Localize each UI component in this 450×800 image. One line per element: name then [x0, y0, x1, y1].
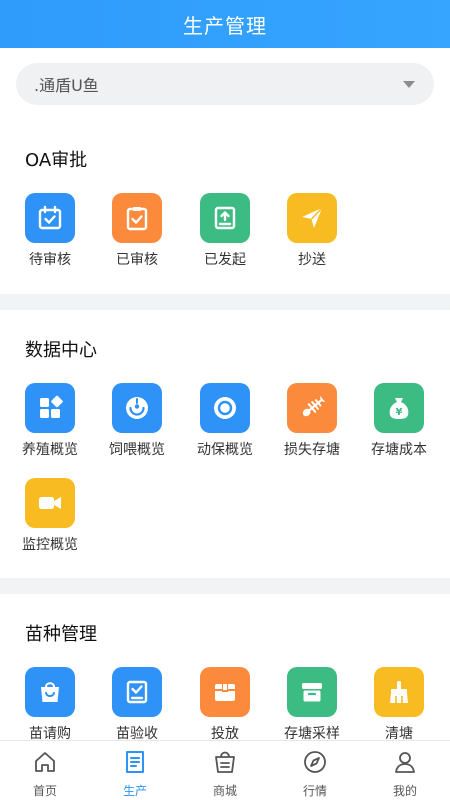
menu-item-label: 监控概览: [22, 537, 78, 553]
menu-item-label: 饲喂概览: [109, 442, 165, 458]
section-title: 数据中心: [25, 340, 97, 361]
tab-label: 生产: [122, 784, 147, 798]
menu-item-loss-stock[interactable]: 损失存塘: [268, 383, 358, 473]
tab-market[interactable]: 行情: [270, 741, 360, 800]
document-icon: [126, 751, 144, 773]
menu-item-label: 清塘: [385, 726, 413, 740]
menu-item-label: 动保概览: [197, 442, 253, 458]
menu-item-farming-overview[interactable]: 养殖概览: [6, 383, 96, 473]
farm-selector-value: .通盾U鱼: [34, 76, 99, 95]
archive-icon: [287, 667, 337, 717]
tab-label: 商城: [212, 784, 237, 798]
menu-item-release[interactable]: 投放: [181, 667, 271, 740]
basket-icon: [215, 751, 235, 773]
broom-icon: [374, 667, 424, 717]
section-title: OA审批: [25, 150, 88, 171]
menu-item-initiated[interactable]: 已发起: [181, 193, 271, 283]
menu-item-label: 投放: [211, 726, 239, 740]
menu-item-label: 存塘采样: [284, 726, 340, 740]
menu-item-feeding-overview[interactable]: 饲喂概览: [93, 383, 183, 473]
menu-item-animal-protection-overview[interactable]: 动保概览: [181, 383, 271, 473]
tab-label: 我的: [392, 784, 417, 798]
clipboard-check-icon: [112, 193, 162, 243]
compass-icon: [304, 751, 326, 773]
menu-item-label: 存塘成本: [371, 442, 427, 458]
menu-item-monitoring-overview[interactable]: 监控概览: [6, 478, 96, 568]
menu-item-stock-sampling[interactable]: 存塘采样: [268, 667, 358, 740]
menu-item-label: 已发起: [204, 252, 246, 268]
bottom-tab-bar: 首页 生产 商城 行情 我的: [0, 740, 450, 800]
menu-item-pending-review[interactable]: 待审核: [6, 193, 96, 283]
menu-item-cc[interactable]: 抄送: [268, 193, 358, 283]
calendar-check-icon: [25, 193, 75, 243]
tab-mall[interactable]: 商城: [180, 741, 270, 800]
menu-item-label: 损失存塘: [284, 442, 340, 458]
selector-panel: .通盾U鱼: [0, 48, 450, 120]
menu-item-seedling-purchase-request[interactable]: 苗请购: [6, 667, 96, 740]
seedling-management-section: 苗种管理 苗请购 苗验收 投放 存塘采样 清塘: [0, 594, 450, 740]
menu-item-label: 养殖概览: [22, 442, 78, 458]
data-center-section: 数据中心 养殖概览 饲喂概览 动保概览 损失存塘 ¥ 存塘成本 监控概览: [0, 310, 450, 578]
tab-home[interactable]: 首页: [0, 741, 90, 800]
tab-profile[interactable]: 我的: [360, 741, 450, 800]
menu-item-label: 抄送: [298, 252, 326, 268]
chevron-down-icon: [403, 81, 415, 88]
tab-production[interactable]: 生产: [90, 741, 180, 800]
money-bag-icon: ¥: [374, 383, 424, 433]
menu-item-label: 苗验收: [116, 726, 158, 740]
download-check-icon: [112, 667, 162, 717]
send-arrow-icon: [287, 193, 337, 243]
fish-bone-icon: [287, 383, 337, 433]
menu-item-label: 苗请购: [29, 726, 71, 740]
oa-approval-section: OA审批 待审核 已审核 已发起 抄送: [0, 120, 450, 294]
circle-ring-icon: [200, 383, 250, 433]
farm-selector-dropdown[interactable]: .通盾U鱼: [16, 63, 434, 105]
upload-tray-icon: [200, 193, 250, 243]
menu-item-label: 待审核: [29, 252, 71, 268]
page-title: 生产管理: [183, 13, 267, 38]
video-camera-icon: [25, 478, 75, 528]
user-icon: [395, 752, 415, 773]
top-app-bar: 生产管理: [0, 0, 450, 48]
home-icon: [35, 752, 55, 772]
tab-label: 首页: [32, 784, 57, 798]
feed-bowl-icon: [112, 383, 162, 433]
menu-item-stock-cost[interactable]: ¥ 存塘成本: [355, 383, 445, 473]
section-title: 苗种管理: [25, 624, 97, 645]
box-icon: [200, 667, 250, 717]
tab-label: 行情: [302, 784, 327, 798]
grid-shapes-icon: [25, 383, 75, 433]
svg-text:¥: ¥: [396, 407, 403, 418]
menu-item-label: 已审核: [116, 252, 158, 268]
menu-item-pond-clearing[interactable]: 清塘: [355, 667, 445, 740]
shopping-bag-icon: [25, 667, 75, 717]
menu-item-seedling-acceptance[interactable]: 苗验收: [93, 667, 183, 740]
menu-item-reviewed[interactable]: 已审核: [93, 193, 183, 283]
